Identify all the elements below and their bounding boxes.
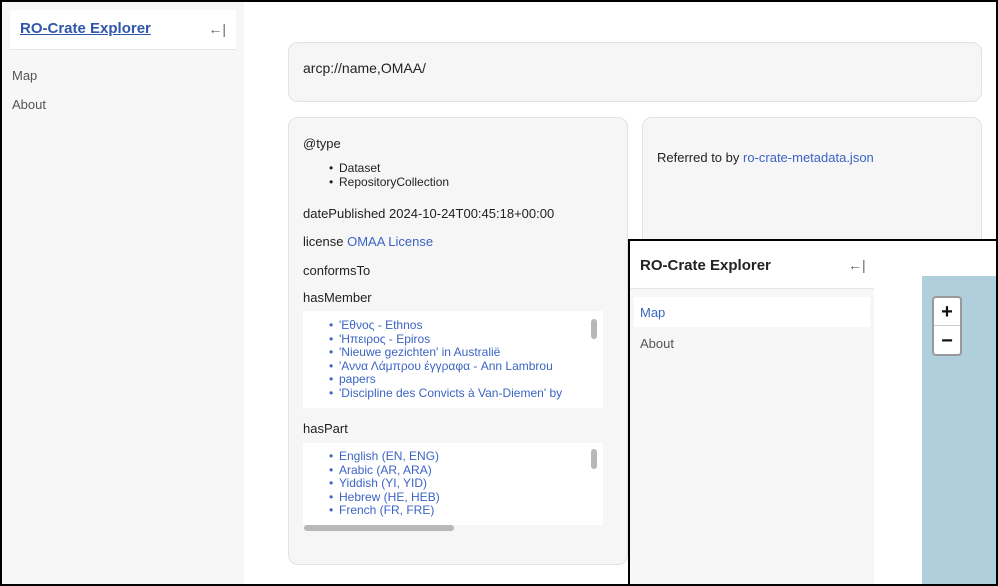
has-part-list: English (EN, ENG) Arabic (AR, ARA) Yiddi… <box>329 449 440 518</box>
active-item-highlight <box>634 297 870 327</box>
has-part-scrollbar[interactable] <box>591 449 597 469</box>
list-item[interactable]: English (EN, ENG) <box>329 449 440 464</box>
date-published-label: datePublished <box>303 206 386 221</box>
list-item[interactable]: 'Ηπειρος - Epiros <box>329 332 562 347</box>
type-list: Dataset RepositoryCollection <box>329 161 449 190</box>
has-member-list: 'Εθνος - Ethnos 'Ηπειρος - Epiros 'Nieuw… <box>329 318 562 401</box>
referenced-by-label: Referred to by <box>657 150 740 165</box>
entity-id-card: arcp://name,OMAA/ <box>288 42 982 102</box>
date-published-value: 2024-10-24T00:45:18+00:00 <box>389 206 555 221</box>
has-member-scrollbar[interactable] <box>591 319 597 339</box>
list-item: RepositoryCollection <box>329 175 449 190</box>
list-item[interactable]: 'Discipline des Convicts à Van-Diemen' b… <box>329 386 562 401</box>
list-item[interactable]: Yiddish (YI, YID) <box>329 476 440 491</box>
secondary-sidebar-item-map[interactable]: Map <box>640 305 665 320</box>
list-item[interactable]: 'Nieuwe gezichten' in Australië <box>329 345 562 360</box>
referenced-by-text: Referred to by ro-crate-metadata.json <box>657 150 874 165</box>
list-item[interactable]: 'Αννα Λάμπρου έγγραφα - Ann Lambrou <box>329 359 562 374</box>
list-item[interactable]: French (FR, FRE) <box>329 503 440 518</box>
has-part-label: hasPart <box>303 421 348 436</box>
conforms-to-label: conformsTo <box>303 263 371 278</box>
zoom-in-button[interactable]: + <box>934 298 960 326</box>
map-view[interactable]: + − <box>922 276 996 584</box>
sidebar-item-map[interactable]: Map <box>12 68 37 83</box>
entity-id: arcp://name,OMAA/ <box>303 60 426 76</box>
horizontal-scrollbar[interactable] <box>304 525 454 531</box>
secondary-app-title[interactable]: RO-Crate Explorer <box>640 257 771 274</box>
license-link[interactable]: OMAA License <box>347 234 433 249</box>
properties-card: @type Dataset RepositoryCollection dateP… <box>288 117 628 565</box>
collapse-sidebar-icon[interactable]: ←| <box>208 21 226 37</box>
sidebar-item-about[interactable]: About <box>12 97 46 112</box>
zoom-control: + − <box>932 296 962 356</box>
secondary-window: RO-Crate Explorer ←| Map About + − <box>628 239 996 584</box>
license-field: license OMAA License <box>303 234 433 249</box>
license-label: license <box>303 234 344 249</box>
has-part-listbox[interactable]: English (EN, ENG) Arabic (AR, ARA) Yiddi… <box>303 443 603 525</box>
has-member-listbox[interactable]: 'Εθνος - Ethnos 'Ηπειρος - Epiros 'Nieuw… <box>303 311 603 408</box>
zoom-out-button[interactable]: − <box>934 327 960 355</box>
metadata-file-link[interactable]: ro-crate-metadata.json <box>743 150 874 165</box>
type-label: @type <box>303 136 341 151</box>
secondary-sidebar: RO-Crate Explorer ←| Map About <box>630 241 874 584</box>
sidebar: RO-Crate Explorer ←| Map About <box>2 2 244 584</box>
list-item: Dataset <box>329 161 449 176</box>
list-item[interactable]: Hebrew (HE, HEB) <box>329 490 440 505</box>
date-published-field: datePublished 2024-10-24T00:45:18+00:00 <box>303 206 554 221</box>
app-title-link[interactable]: RO-Crate Explorer <box>20 20 151 37</box>
browser-window: RO-Crate Explorer ←| Map About arcp://na… <box>0 0 998 586</box>
sidebar-header: RO-Crate Explorer ←| <box>10 10 236 50</box>
list-item[interactable]: 'Εθνος - Ethnos <box>329 318 562 333</box>
secondary-sidebar-header: RO-Crate Explorer ←| <box>630 241 874 289</box>
collapse-sidebar-icon[interactable]: ←| <box>848 257 866 273</box>
list-item[interactable]: papers <box>329 372 562 387</box>
has-member-label: hasMember <box>303 290 372 305</box>
list-item[interactable]: Arabic (AR, ARA) <box>329 463 440 478</box>
secondary-sidebar-item-about[interactable]: About <box>640 336 674 351</box>
